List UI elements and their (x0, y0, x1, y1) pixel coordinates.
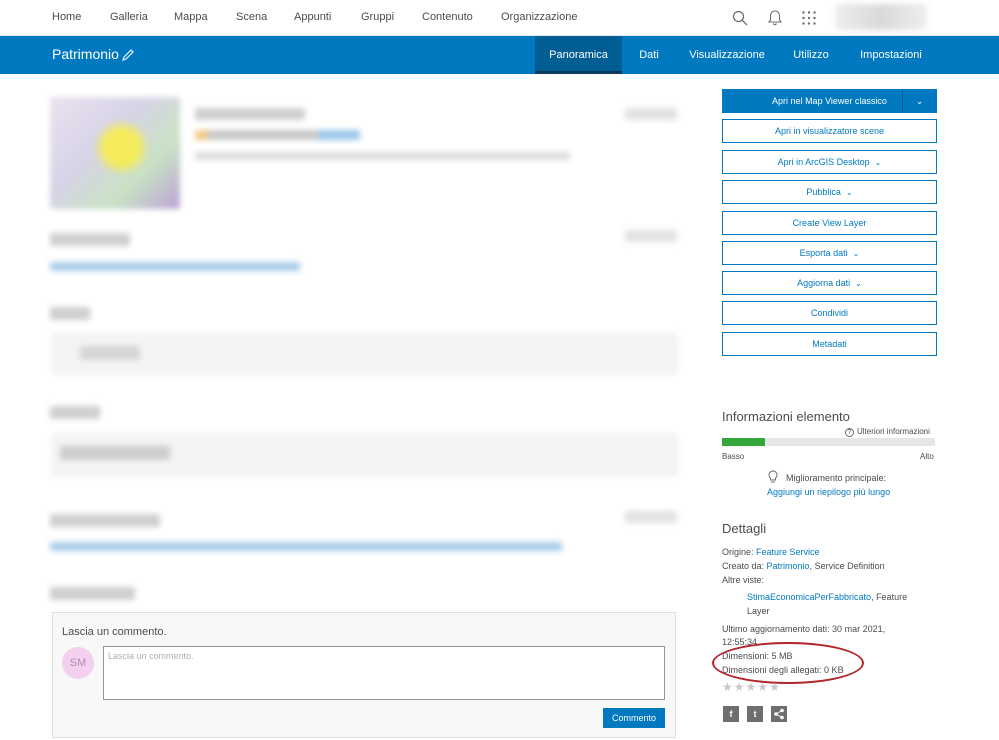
item-title-blurred (195, 108, 305, 120)
tab-visualization[interactable]: Visualizzazione (685, 36, 769, 74)
item-type-blurred (195, 130, 360, 140)
create-view-layer-button[interactable]: Create View Layer (722, 211, 937, 235)
chevron-down-icon[interactable]: ⌄ (902, 90, 936, 112)
created-by-suffix: , Service Definition (809, 561, 885, 571)
star-icon[interactable]: ★ (746, 680, 758, 694)
update-data-button[interactable]: Aggiorna dati ⌄ (722, 271, 937, 295)
open-map-viewer-button[interactable]: Apri nel Map Viewer classico ⌄ (722, 89, 937, 113)
other-view-row: StimaEconomicaPerFabbricato, Feature (747, 591, 907, 604)
chevron-down-icon: ⌄ (855, 279, 862, 288)
meter-high-label: Alto (920, 452, 934, 461)
more-info-link[interactable]: ? Ulteriori informazioni (845, 427, 930, 437)
created-by-row: Creato da: Patrimonio, Service Definitio… (722, 560, 885, 573)
terms-link-blurred (50, 542, 562, 551)
facebook-icon[interactable]: f (723, 706, 739, 722)
metadata-button[interactable]: Metadati (722, 332, 937, 356)
notification-bell-icon[interactable] (766, 9, 784, 27)
open-scene-viewer-button[interactable]: Apri in visualizzatore scene (722, 119, 937, 143)
description-link-blurred (50, 262, 300, 271)
edit-button-blurred (625, 108, 677, 120)
size-row: Dimensioni: 5 MB (722, 651, 793, 661)
tool-row-text-blurred (60, 446, 170, 460)
app-launcher-icon[interactable] (800, 9, 818, 27)
origin-link[interactable]: Feature Service (756, 547, 820, 557)
export-data-button[interactable]: Esporta dati ⌄ (722, 241, 937, 265)
tab-overview[interactable]: Panoramica (535, 36, 622, 74)
item-info-title: Informazioni elemento (722, 409, 850, 424)
nav-map[interactable]: Mappa (174, 11, 208, 23)
edit-pencil-icon[interactable] (121, 48, 135, 62)
origin-label: Origine: (722, 547, 754, 557)
tab-usage[interactable]: Utilizzo (786, 36, 836, 74)
comment-prompt: Lascia un commento. (62, 626, 167, 638)
user-menu-blurred[interactable] (835, 4, 927, 30)
star-icon[interactable]: ★ (757, 680, 769, 694)
item-header-bar: Patrimonio Panoramica Dati Visualizzazio… (0, 36, 999, 74)
publish-button[interactable]: Pubblica ⌄ (722, 180, 937, 204)
nav-organization[interactable]: Organizzazione (501, 11, 577, 23)
comment-panel: Lascia un commento. SM Commento (52, 612, 676, 738)
question-circle-icon: ? (845, 428, 854, 437)
nav-home[interactable]: Home (52, 11, 81, 23)
terms-edit-blurred (625, 511, 677, 523)
chevron-down-icon: ⌄ (845, 188, 853, 197)
comments-heading-blurred (50, 587, 135, 600)
search-icon[interactable] (731, 9, 749, 27)
improvement-label: Miglioramento principale: (786, 473, 887, 483)
description-edit-blurred (625, 230, 677, 242)
attachments-size-row: Dimensioni degli allegati: 0 KB (722, 665, 844, 675)
last-update-line1: Ultimo aggiornamento dati: 30 mar 2021, (722, 624, 886, 634)
item-meta-blurred (195, 152, 570, 160)
description-heading-blurred (50, 233, 130, 246)
nav-gallery[interactable]: Galleria (110, 11, 148, 23)
share-icon[interactable] (771, 706, 787, 722)
nav-scene[interactable]: Scena (236, 11, 267, 23)
top-navigation: Home Galleria Mappa Scena Appunti Gruppi… (0, 0, 999, 36)
layers-heading-blurred (50, 307, 90, 320)
created-by-link[interactable]: Patrimonio (767, 561, 810, 571)
layer-row-text-blurred (80, 346, 140, 360)
created-by-label: Creato da: (722, 561, 765, 571)
chevron-down-icon: ⌄ (852, 249, 860, 258)
export-data-label: Esporta dati (799, 248, 848, 258)
lightbulb-icon (768, 470, 778, 483)
chevron-down-icon: ⌄ (874, 158, 882, 167)
meter-low-label: Basso (722, 452, 745, 461)
share-button[interactable]: Condividi (722, 301, 937, 325)
star-icon[interactable]: ★ (769, 680, 781, 694)
thumbnail-blurred (50, 97, 180, 209)
terms-heading-blurred (50, 514, 160, 527)
other-views-label: Altre viste: (722, 575, 765, 585)
rating-stars[interactable]: ★★★★★ (722, 680, 781, 694)
update-data-label: Aggiorna dati (797, 278, 851, 288)
item-info-meter-fill (722, 438, 765, 446)
item-info-meter (722, 438, 935, 446)
open-map-viewer-label: Apri nel Map Viewer classico (772, 96, 887, 106)
nav-notebook[interactable]: Appunti (294, 11, 331, 23)
details-title: Dettagli (722, 521, 767, 536)
item-title: Patrimonio (52, 46, 119, 62)
improvement-link[interactable]: Aggiungi un riepilogo più lungo (767, 487, 890, 497)
tab-settings[interactable]: Impostazioni (853, 36, 929, 74)
other-view-type: , Feature (871, 592, 908, 602)
last-update-line2: 12:55:34 (722, 637, 758, 647)
open-arcgis-desktop-label: Apri in ArcGIS Desktop (777, 157, 870, 167)
origin-row: Origine: Feature Service (722, 546, 820, 559)
more-info-label: Ulteriori informazioni (857, 427, 930, 436)
submit-comment-button[interactable]: Commento (603, 708, 665, 728)
publish-label: Pubblica (806, 187, 841, 197)
avatar: SM (62, 647, 94, 679)
star-icon[interactable]: ★ (734, 680, 746, 694)
open-arcgis-desktop-button[interactable]: Apri in ArcGIS Desktop ⌄ (722, 150, 937, 174)
nav-groups[interactable]: Gruppi (361, 11, 394, 23)
twitter-icon[interactable]: t (747, 706, 763, 722)
other-view-type-continued: Layer (747, 606, 770, 616)
tools-heading-blurred (50, 406, 100, 419)
comment-input[interactable] (103, 646, 665, 700)
other-view-link[interactable]: StimaEconomicaPerFabbricato (747, 592, 871, 602)
layer-row-blurred (52, 334, 677, 374)
tab-data[interactable]: Dati (630, 36, 668, 74)
star-icon[interactable]: ★ (722, 680, 734, 694)
nav-content[interactable]: Contenuto (422, 11, 473, 23)
